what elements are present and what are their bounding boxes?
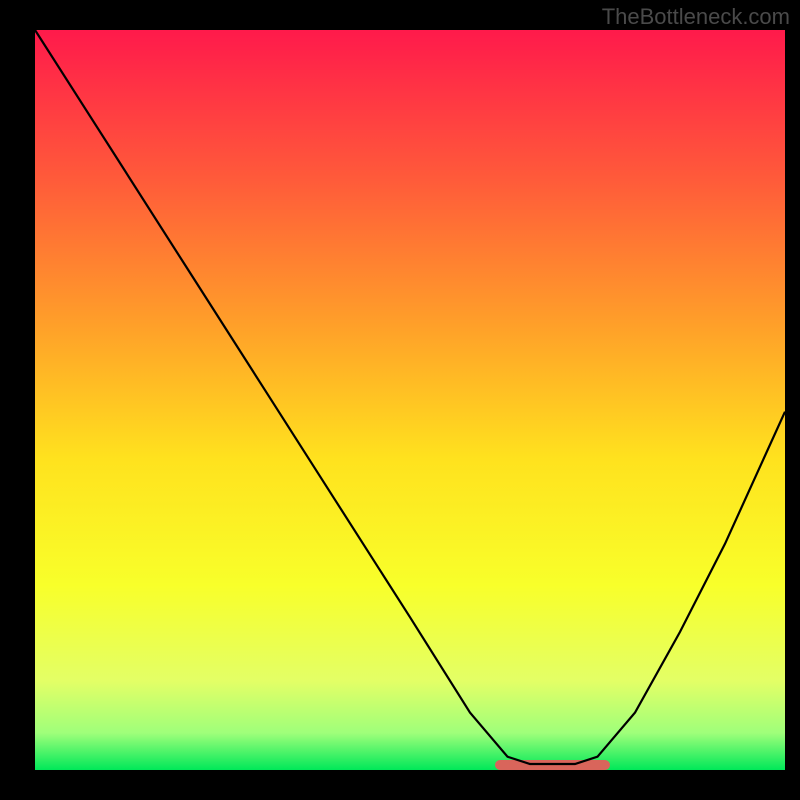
plot-background	[35, 30, 785, 770]
bottleneck-chart	[0, 0, 800, 800]
chart-frame: TheBottleneck.com	[0, 0, 800, 800]
watermark-text: TheBottleneck.com	[602, 4, 790, 30]
